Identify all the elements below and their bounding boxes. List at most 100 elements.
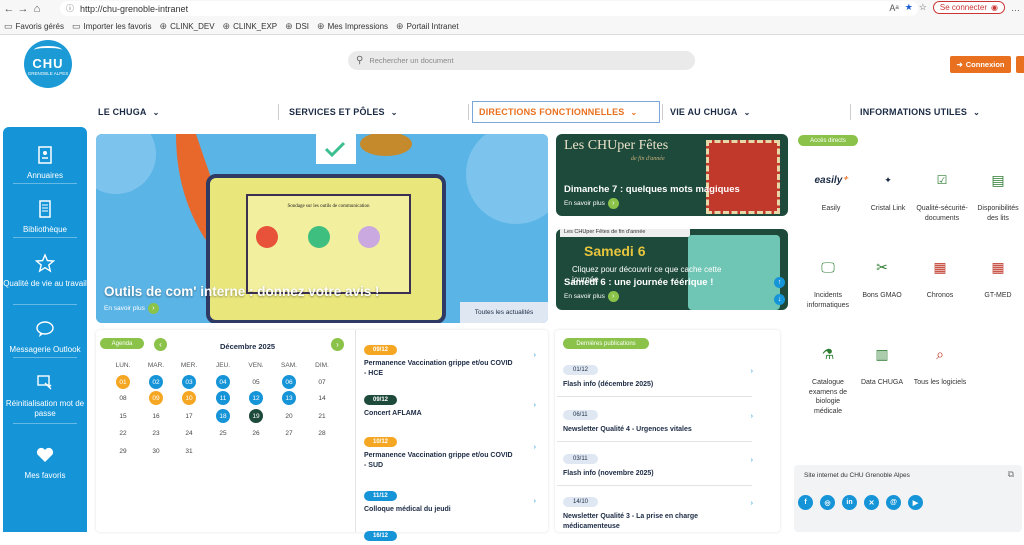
direct-access-item[interactable]: ✂ Bons GMAO <box>855 260 909 301</box>
chevron-right-icon[interactable]: › <box>751 500 753 507</box>
fav-item[interactable]: ⊕ Mes Impressions <box>317 21 388 32</box>
fav-item[interactable]: ▭ Favoris gérés <box>4 21 64 32</box>
calendar-day[interactable]: 29 <box>116 444 130 458</box>
publication-item[interactable]: 14/10 Newsletter Qualité 3 - La prise en … <box>563 490 753 531</box>
calendar-day[interactable]: 27 <box>282 426 296 440</box>
sidebar-item-annuaires[interactable]: Annuaires <box>3 145 87 181</box>
event-item[interactable]: 09/12 Concert AFLAMA › <box>364 388 544 419</box>
bluesky-icon[interactable]: ✕ <box>864 495 879 510</box>
card-more-link[interactable]: En savoir plus › <box>564 291 619 302</box>
direct-access-item[interactable]: easily⁺ Easily <box>804 176 858 214</box>
calendar-day[interactable]: 08 <box>116 391 130 405</box>
fav-item[interactable]: ▭ Importer les favoris <box>72 21 152 32</box>
hero-carousel[interactable]: Sondage sur les outils de communication … <box>96 134 548 323</box>
event-item[interactable]: 11/12 Colloque médical du jeudi › <box>364 484 544 515</box>
calendar-day[interactable]: 25 <box>216 426 230 440</box>
calendar-day[interactable]: 02 <box>149 375 163 389</box>
calendar-day[interactable]: 05 <box>249 375 263 389</box>
secondary-header-button[interactable] <box>1016 56 1024 73</box>
direct-access-item[interactable]: ▥ Data CHUGA <box>855 347 909 388</box>
calendar-day[interactable]: 10 <box>182 391 196 405</box>
calendar-day[interactable]: 17 <box>182 409 196 423</box>
calendar-day[interactable]: 13 <box>282 391 296 405</box>
hero-more-link[interactable]: En savoir plus › <box>104 303 159 314</box>
event-item[interactable]: 16/12 <box>364 524 544 545</box>
calendar-day[interactable]: 03 <box>182 375 196 389</box>
direct-access-item[interactable]: ▦ GT-MED <box>971 260 1024 301</box>
calendar-day[interactable]: 14 <box>315 391 329 405</box>
calendar-day[interactable]: 06 <box>282 375 296 389</box>
hero-title[interactable]: Outils de com' interne : donnez votre av… <box>104 284 380 299</box>
next-month-button[interactable]: › <box>331 338 344 351</box>
news-card[interactable]: Les CHUper Fêtes de fin d'année Dimanche… <box>556 134 788 216</box>
collections-icon[interactable]: ☆ <box>919 2 927 13</box>
fav-item[interactable]: ⊕ Portail Intranet <box>396 21 459 32</box>
forward-icon[interactable]: → <box>16 3 30 15</box>
login-button[interactable]: ➜ Connexion <box>950 56 1011 73</box>
calendar-day[interactable]: 07 <box>315 375 329 389</box>
menu-directions-fonctionnelles[interactable]: DIRECTIONS FONCTIONNELLES ⌄ <box>472 101 660 123</box>
calendar-day[interactable]: 20 <box>282 409 296 423</box>
sidebar-item-messagerie[interactable]: Messagerie Outlook <box>3 319 87 355</box>
instagram-icon[interactable]: ◎ <box>820 495 835 510</box>
linkedin-icon[interactable]: in <box>842 495 857 510</box>
direct-access-item[interactable]: 🖵 Incidents informatiques <box>801 260 855 310</box>
chevron-right-icon[interactable]: › <box>751 457 753 464</box>
read-aloud-icon[interactable]: Aᵃ <box>889 3 898 13</box>
chevron-right-icon[interactable]: › <box>534 498 536 505</box>
chevron-right-icon[interactable]: › <box>534 352 536 359</box>
publication-item[interactable]: 06/11 Newsletter Qualité 4 - Urgences vit… <box>557 403 753 442</box>
calendar-day[interactable]: 09 <box>149 391 163 405</box>
scroll-up-icon[interactable]: ↑ <box>774 277 785 288</box>
favorite-star-icon[interactable]: ★ <box>905 2 913 13</box>
menu-le-chuga[interactable]: LE CHUGA ⌄ <box>92 101 272 123</box>
chevron-right-icon[interactable]: › <box>534 402 536 409</box>
website-label[interactable]: Site internet du CHU Grenoble Alpes <box>804 472 910 479</box>
calendar-day[interactable]: 18 <box>216 409 230 423</box>
direct-access-item[interactable]: ▤ Disponibilités des lits <box>971 173 1024 223</box>
calendar-day[interactable]: 21 <box>315 409 329 423</box>
menu-informations-utiles[interactable]: INFORMATIONS UTILES ⌄ <box>854 101 1024 123</box>
sidebar-item-reinit-mdp[interactable]: Réinitialisation mot de passe <box>3 373 87 419</box>
calendar-day[interactable]: 26 <box>249 426 263 440</box>
external-link-icon[interactable]: ⧉ <box>1008 469 1014 480</box>
menu-vie-au-chuga[interactable]: VIE AU CHUGA ⌄ <box>664 101 844 123</box>
fav-item[interactable]: ⊕ DSI <box>285 21 309 32</box>
search-input[interactable]: ⚲ Rechercher un document <box>348 51 695 70</box>
chevron-right-icon[interactable]: › <box>751 368 753 375</box>
calendar-day[interactable]: 01 <box>116 375 130 389</box>
calendar-day[interactable]: 11 <box>216 391 230 405</box>
direct-access-item[interactable]: ⌕ Tous les logiciels <box>913 347 967 388</box>
calendar-day[interactable]: 15 <box>116 409 130 423</box>
news-card[interactable]: Les CHUper Fêtes de fin d'année Samedi 6… <box>556 229 788 310</box>
calendar-day[interactable]: 30 <box>149 444 163 458</box>
scroll-down-icon[interactable]: ↓ <box>774 294 785 305</box>
direct-access-item[interactable]: ✦ Cristal Link <box>861 175 915 214</box>
back-icon[interactable]: ← <box>2 3 16 15</box>
home-icon[interactable]: ⌂ <box>30 3 44 15</box>
fav-item[interactable]: ⊕ CLINK_EXP <box>223 21 278 32</box>
sidebar-item-favoris[interactable]: Mes favoris <box>3 445 87 481</box>
direct-access-item[interactable]: ☑ Qualité-sécurité-documents <box>915 174 969 223</box>
chevron-right-icon[interactable]: › <box>534 444 536 451</box>
sidebar-item-bibliotheque[interactable]: Bibliothèque <box>3 199 87 235</box>
fav-item[interactable]: ⊕ CLINK_DEV <box>160 21 215 32</box>
calendar-day[interactable]: 24 <box>182 426 196 440</box>
address-bar[interactable]: ⓘ http://chu-grenoble-intranet <box>60 1 918 16</box>
publication-item[interactable]: 01/12 Flash info (décembre 2025) › <box>557 358 753 397</box>
facebook-icon[interactable]: f <box>798 495 813 510</box>
threads-icon[interactable]: @ <box>886 495 901 510</box>
calendar-day[interactable]: 12 <box>249 391 263 405</box>
calendar-day[interactable]: 19 <box>249 409 263 423</box>
calendar-day[interactable]: 22 <box>116 426 130 440</box>
chevron-right-icon[interactable]: › <box>751 413 753 420</box>
prev-month-button[interactable]: ‹ <box>154 338 167 351</box>
direct-access-item[interactable]: ⚗ Catalogue examens de biologie médicale <box>801 347 855 416</box>
menu-services-poles[interactable]: SERVICES ET PÔLES ⌄ <box>283 101 463 123</box>
youtube-icon[interactable]: ▶ <box>908 495 923 510</box>
calendar-day[interactable]: 31 <box>182 444 196 458</box>
card-more-link[interactable]: En savoir plus › <box>564 198 619 209</box>
chu-logo[interactable]: CHU GRENOBLE ALPES <box>24 40 72 88</box>
calendar-day[interactable]: 23 <box>149 426 163 440</box>
more-icon[interactable]: … <box>1011 3 1020 13</box>
